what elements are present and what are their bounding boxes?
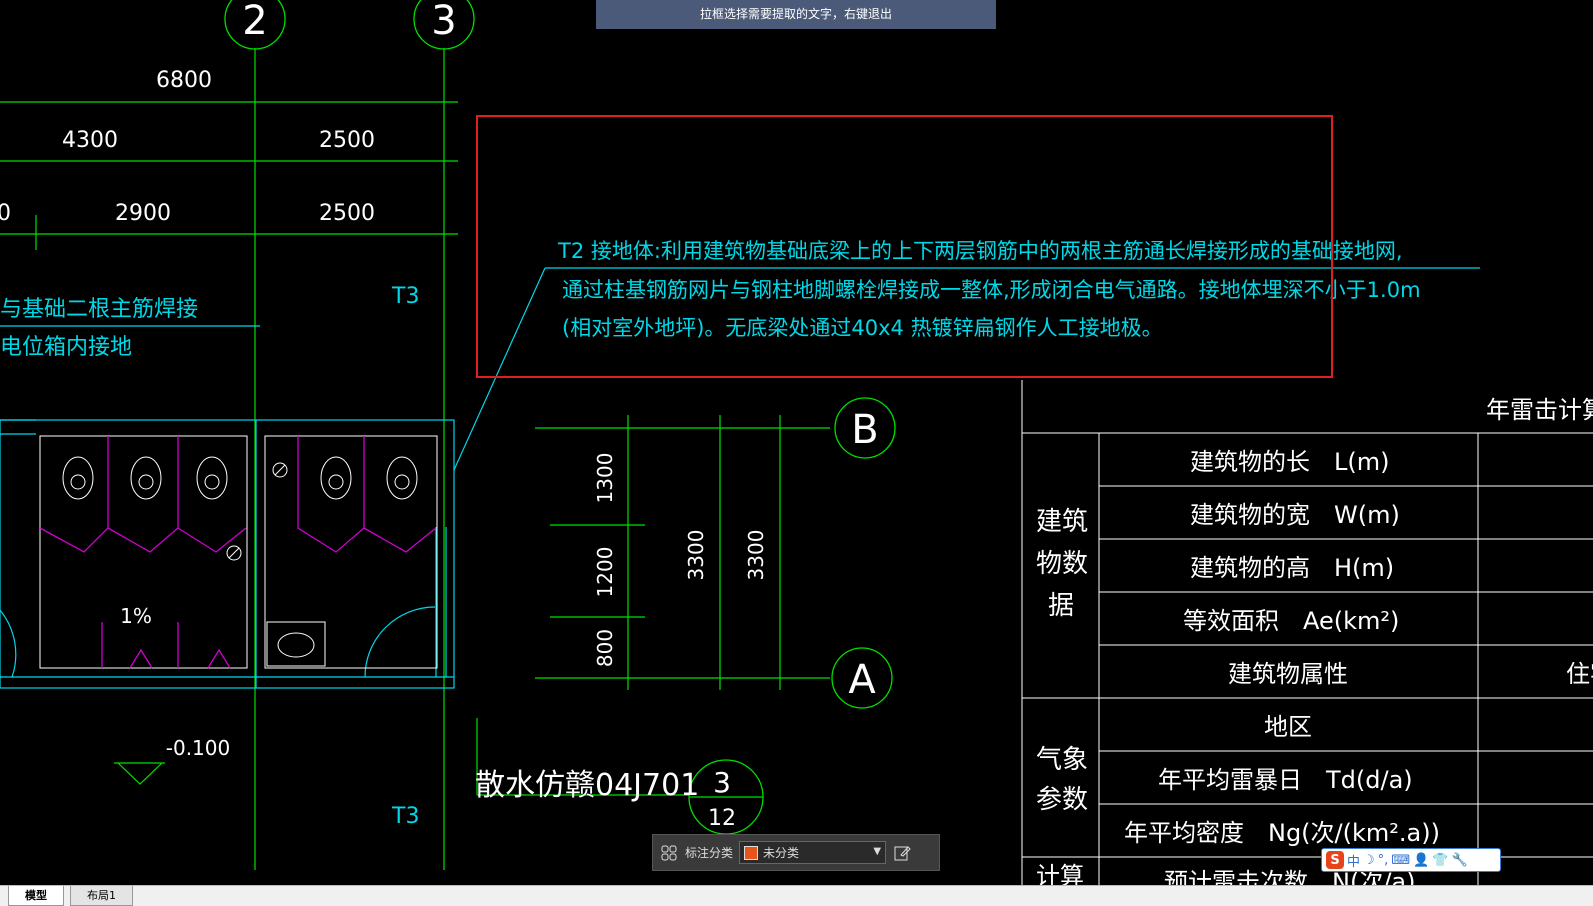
row-ng: 年平均密度 Ng(次/(km².a)) (1124, 819, 1440, 847)
slope-text: 1% (120, 604, 152, 628)
layout-tab-bar: 模型 布局1 (0, 885, 1593, 906)
dim-3300-outer: 3300 (744, 530, 768, 581)
dim-2500-upper: 2500 (319, 128, 375, 153)
annotation-toolbar: 标注分类 未分类 ▼ (652, 834, 940, 871)
ime-mode-toggle[interactable]: 中 (1347, 851, 1360, 870)
dim-0: 0 (0, 201, 11, 226)
user-icon[interactable]: 👤 (1413, 853, 1429, 868)
text-selection-box[interactable] (476, 115, 1333, 378)
ime-toolbar: S 中 ☽ °, ⌨ 👤 👕 🔧 (1321, 848, 1501, 872)
row-attr-value: 住宅 (1566, 660, 1593, 688)
table-title: 年雷击计算表 (1486, 396, 1593, 424)
section-number-bottom: 12 (708, 806, 736, 831)
category-select[interactable]: 未分类 ▼ (739, 841, 887, 864)
category-label: 标注分类 (685, 846, 734, 860)
keyboard-icon[interactable]: ⌨ (1391, 853, 1410, 868)
dim-6800: 6800 (156, 68, 212, 93)
category-color-swatch (744, 845, 759, 860)
row-height: 建筑物的高 H(m) (1190, 554, 1394, 582)
skin-icon[interactable]: 👕 (1432, 853, 1448, 868)
sogou-logo-icon[interactable]: S (1326, 851, 1344, 869)
category-selected: 未分类 (763, 846, 800, 860)
grid-view-icon[interactable] (659, 843, 679, 863)
dim-1200: 1200 (593, 547, 617, 598)
grid-label-b: B (851, 407, 878, 453)
toilet-stalls (39, 435, 438, 669)
section-number-top: 3 (713, 766, 731, 799)
grid-label-3: 3 (431, 0, 456, 44)
row-area: 等效面积 Ae(km²) (1183, 607, 1399, 635)
wrench-icon[interactable]: 🔧 (1451, 853, 1467, 868)
dim-800: 800 (593, 629, 617, 667)
punctuation-icon[interactable]: °, (1378, 853, 1389, 868)
row-region: 地区 (1264, 713, 1312, 741)
grid-label-a: A (848, 657, 876, 703)
tag-t3-upper: T3 (391, 284, 419, 309)
row-attr: 建筑物属性 (1228, 660, 1348, 688)
elevation-text: -0.100 (166, 736, 230, 760)
apron-note: 散水仿赣04J701 (475, 768, 699, 803)
row-length: 建筑物的长 L(m) (1190, 448, 1389, 476)
chevron-down-icon: ▼ (873, 846, 882, 857)
left-note-line1: 与基础二根主筋焊接 (0, 297, 198, 322)
dim-3300-inner: 3300 (684, 530, 708, 581)
group-calc: 计算 (1036, 862, 1084, 886)
dim-4300: 4300 (62, 128, 118, 153)
row-td: 年平均雷暴日 Td(d/a) (1158, 766, 1413, 794)
tab-model[interactable]: 模型 (8, 886, 64, 906)
dim-2900: 2900 (115, 201, 171, 226)
group-weather: 气象参数 (1036, 745, 1088, 815)
tab-layout1[interactable]: 布局1 (70, 886, 133, 906)
edit-icon[interactable] (892, 843, 912, 863)
row-width: 建筑物的宽 W(m) (1190, 501, 1400, 529)
moon-icon[interactable]: ☽ (1363, 853, 1375, 868)
dim-1300: 1300 (593, 453, 617, 504)
instruction-bar: 拉框选择需要提取的文字，右键退出 (596, 0, 996, 29)
group-building: 建筑物数据 (1036, 507, 1088, 621)
grid-label-2: 2 (242, 0, 267, 44)
left-note-line2: 电位箱内接地 (0, 335, 132, 360)
dim-2500-lower: 2500 (319, 201, 375, 226)
tag-t3-lower: T3 (391, 804, 419, 829)
stall-partitions (39, 436, 437, 669)
